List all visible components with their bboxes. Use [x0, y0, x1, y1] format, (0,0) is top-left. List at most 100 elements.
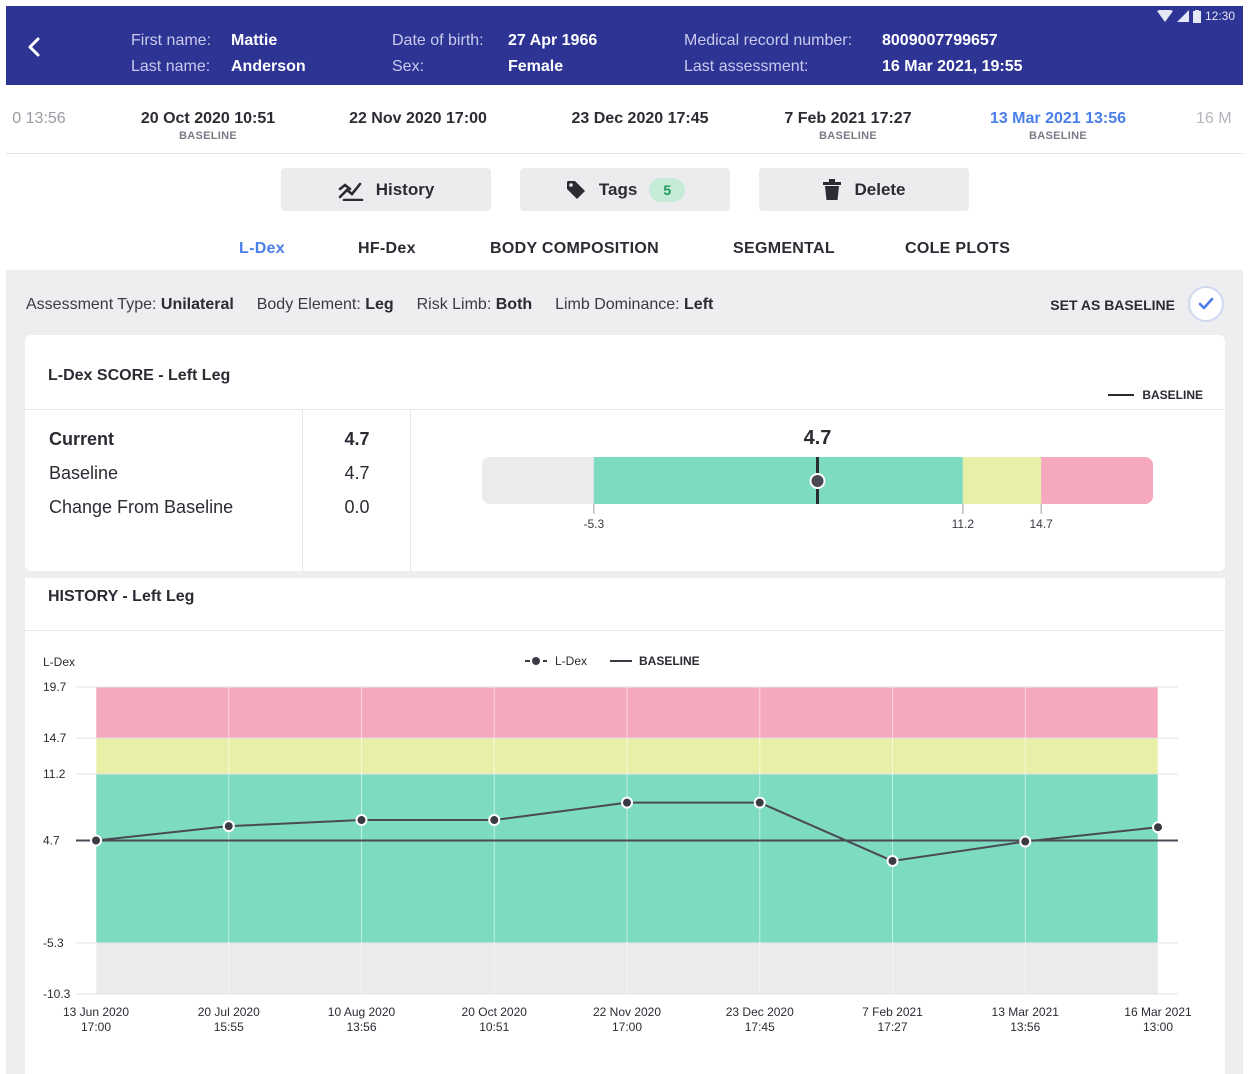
dob-label: Date of birth:: [392, 32, 484, 49]
score-card-title: L-Dex SCORE - Left Leg: [48, 367, 231, 384]
series-ldex-point: [488, 814, 501, 827]
x-tick-label: 13:56: [346, 1020, 376, 1034]
check-icon: [1198, 297, 1214, 310]
timeline-item[interactable]: 23 Dec 2020 17:45: [550, 110, 730, 128]
history-button-label: History: [375, 179, 435, 199]
gauge-zone-yellow: [962, 457, 1042, 504]
gauge-zone-green: [593, 457, 963, 504]
wifi-icon: [1156, 10, 1173, 22]
mrn-value: 8009007799657: [882, 32, 998, 49]
assessment-type-label: Assessment Type:: [26, 296, 157, 313]
tab-body-composition[interactable]: BODY COMPOSITION: [490, 240, 659, 258]
sex-label: Sex:: [392, 58, 425, 75]
trash-icon: [823, 178, 842, 200]
tags-button-label: Tags: [598, 179, 638, 199]
tags-count-badge: 5: [649, 177, 686, 202]
gauge-zone-red-edge: [1041, 457, 1052, 504]
legend-ldex-label: L-Dex: [555, 654, 587, 668]
series-ldex-point: [1152, 821, 1164, 834]
back-button[interactable]: [24, 36, 46, 58]
body-element-label: Body Element:: [256, 296, 361, 313]
history-button[interactable]: History: [281, 168, 491, 211]
x-tick-label: 13 Jun 2020: [63, 1005, 129, 1019]
trend-icon: [338, 182, 364, 201]
risk-limb-value: Both: [495, 296, 533, 313]
timeline-date: 7 Feb 2021 17:27: [784, 110, 912, 127]
set-as-baseline-button[interactable]: SET AS BASELINE: [1050, 297, 1175, 313]
gauge-tick-label: -5.3: [583, 517, 604, 531]
timeline-date: 0 13:56: [12, 110, 66, 127]
timeline-item[interactable]: 16 M: [1196, 110, 1243, 128]
gauge-value-label: 4.7: [804, 427, 832, 449]
legend-ldex-marker: [532, 657, 540, 665]
score-legend: BASELINE: [1108, 388, 1203, 402]
chevron-left-icon[interactable]: [24, 36, 46, 58]
limb-dominance-label: Limb Dominance:: [555, 296, 680, 313]
baseline-legend-label: BASELINE: [1142, 388, 1203, 402]
y-axis-label: L-Dex: [43, 655, 75, 669]
gauge-current-marker: [809, 473, 826, 489]
timeline-date: 13 Mar 2021 13:56: [989, 110, 1127, 127]
gauge-tick-label: 14.7: [1029, 517, 1053, 531]
x-tick-label: 17:27: [877, 1020, 907, 1034]
tab-cole-plots[interactable]: COLE PLOTS: [905, 240, 1010, 258]
timeline-item-selected[interactable]: 13 Mar 2021 13:56 BASELINE: [968, 110, 1148, 142]
x-tick-label: 13:56: [1010, 1020, 1040, 1034]
timeline-baseline-tag: BASELINE: [178, 130, 238, 142]
timeline-date: 20 Oct 2020 10:51: [140, 110, 276, 127]
tab-hfdex[interactable]: HF-Dex: [358, 240, 416, 258]
patient-header: First name: Mattie Last name: Anderson D…: [6, 6, 1243, 85]
risk-limb-label: Risk Limb:: [416, 296, 492, 313]
first-name-value: Mattie: [231, 32, 278, 49]
timeline-item[interactable]: 20 Oct 2020 10:51 BASELINE: [118, 110, 298, 142]
x-tick-label: 13:00: [1143, 1020, 1173, 1034]
y-tick-label: -5.3: [43, 936, 64, 950]
tags-button[interactable]: Tags 5: [520, 168, 730, 211]
x-tick-label: 13 Mar 2021: [992, 1005, 1060, 1019]
assessment-type-value: Unilateral: [160, 296, 234, 313]
set-baseline-checkbox[interactable]: [1188, 286, 1224, 322]
last-name-label: Last name:: [131, 58, 211, 75]
history-card-title: HISTORY - Left Leg: [48, 588, 195, 605]
series-ldex-point: [886, 854, 899, 867]
timeline-date: 22 Nov 2020 17:00: [349, 110, 487, 127]
history-card: HISTORY - Left Leg 19.7 14.7 11.2 4.7 -5.3 -1…: [25, 578, 1225, 1074]
y-tick-label: 4.7: [43, 834, 60, 848]
x-tick-label: 17:00: [81, 1020, 111, 1034]
assessment-timeline[interactable]: 0 13:56 20 Oct 2020 10:51 BASELINE 22 No…: [6, 96, 1243, 154]
change-value: 0.0: [344, 497, 370, 517]
tag-icon: [566, 180, 585, 199]
series-ldex-point: [621, 796, 633, 809]
x-tick-label: 10:51: [479, 1020, 509, 1034]
x-tick-label: 20 Jul 2020: [198, 1005, 260, 1019]
baseline-value: 4.7: [344, 463, 370, 483]
timeline-item[interactable]: 22 Nov 2020 17:00: [328, 110, 508, 128]
body-element-value: Leg: [365, 296, 394, 313]
status-bar: 12:30: [1156, 9, 1235, 23]
x-tick-label: 10 Aug 2020: [328, 1005, 396, 1019]
x-tick-label: 16 Mar 2021: [1124, 1005, 1192, 1019]
mrn-label: Medical record number:: [684, 32, 853, 49]
delete-button[interactable]: Delete: [759, 168, 969, 211]
timeline-item[interactable]: 0 13:56: [6, 110, 74, 128]
gauge-zone-red: [1041, 457, 1153, 504]
status-time: 12:30: [1204, 9, 1235, 23]
delete-button-label: Delete: [854, 179, 906, 199]
gauge-tick-label: 11.2: [952, 517, 975, 531]
current-label: Current: [49, 429, 115, 449]
y-tick-label: 14.7: [43, 731, 67, 745]
timeline-item[interactable]: 7 Feb 2021 17:27 BASELINE: [758, 110, 938, 142]
current-value: 4.7: [344, 429, 370, 449]
x-tick-label: 20 Oct 2020: [462, 1005, 528, 1019]
legend-baseline-label: BASELINE: [639, 654, 700, 668]
series-ldex-point: [1019, 835, 1032, 848]
tab-segmental[interactable]: SEGMENTAL: [733, 240, 835, 258]
x-tick-label: 17:45: [745, 1020, 775, 1034]
limb-dominance-value: Left: [684, 296, 714, 313]
y-tick-label: -10.3: [43, 987, 71, 1001]
ldex-score-card: L-Dex SCORE - Left Leg BASELINE Current …: [25, 335, 1225, 571]
series-ldex-point: [90, 834, 102, 847]
first-name-label: First name:: [131, 32, 212, 49]
timeline-baseline-tag: BASELINE: [818, 130, 878, 142]
tab-ldex[interactable]: L-Dex: [239, 240, 285, 258]
